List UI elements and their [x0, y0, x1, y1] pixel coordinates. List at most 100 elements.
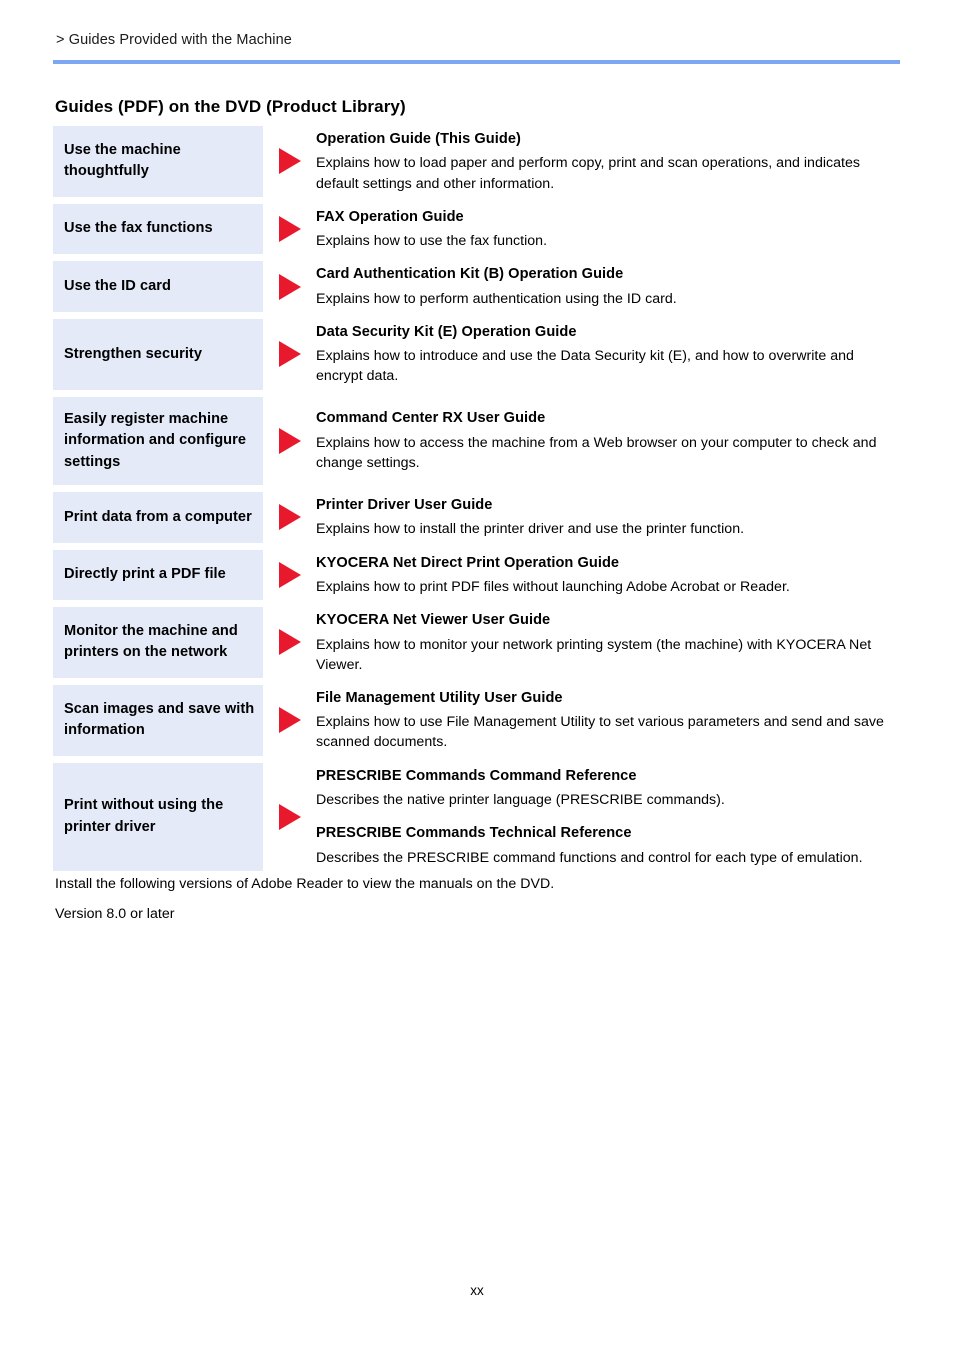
table-row: Strengthen security Data Security Kit (E)…: [53, 318, 903, 390]
topic-cell: Print without using the printer driver: [53, 762, 263, 871]
guide-entry: PRESCRIBE Commands Command Reference Desc…: [316, 766, 903, 811]
guide-description: Explains how to access the machine from …: [316, 434, 877, 471]
page-number: xx: [470, 1283, 484, 1298]
arrow-cell: [263, 261, 316, 312]
triangle-right-icon: [278, 341, 301, 368]
topic-cell: Strengthen security: [53, 318, 263, 390]
guide-entry: KYOCERA Net Direct Print Operation Guide…: [316, 553, 903, 598]
triangle-right-icon: [278, 504, 301, 531]
guide-description: Describes the PRESCRIBE command function…: [316, 849, 863, 866]
guide-cell: Operation Guide (This Guide) Explains how…: [316, 126, 903, 197]
table-row: Easily register machine information and …: [53, 396, 903, 485]
arrow-cell: [263, 763, 316, 871]
version-note: Version 8.0 or later: [55, 906, 175, 922]
topic-cell: Use the fax functions: [53, 203, 263, 255]
topic-label: Directly print a PDF file: [64, 566, 226, 583]
triangle-right-icon: [278, 273, 301, 300]
header-divider: [53, 60, 900, 64]
guide-title: Card Authentication Kit (B) Operation Gu…: [316, 266, 624, 283]
guide-title: Data Security Kit (E) Operation Guide: [316, 323, 577, 340]
guide-description: Explains how to use File Management Util…: [316, 714, 884, 751]
topic-cell: Directly print a PDF file: [53, 549, 263, 601]
topic-label: Easily register machine information and …: [64, 410, 247, 470]
triangle-right-icon: [278, 216, 301, 243]
guide-cell: Command Center RX User Guide Explains how…: [316, 397, 903, 485]
guide-description: Explains how to introduce and use the Da…: [316, 348, 854, 385]
topic-label: Use the ID card: [64, 277, 171, 294]
guide-title: Printer Driver User Guide: [316, 496, 493, 513]
arrow-cell: [263, 397, 316, 485]
guide-description: Explains how to use the fax function.: [316, 233, 548, 250]
arrow-cell: [263, 204, 316, 255]
arrow-cell: [263, 492, 316, 543]
topic-label: Print without using the printer driver: [64, 797, 224, 835]
guide-title: Command Center RX User Guide: [316, 410, 546, 427]
topic-cell: Scan images and save with information: [53, 684, 263, 756]
table-row: Directly print a PDF file KYOCERA Net Dir…: [53, 549, 903, 601]
guide-description: Describes the native printer language (P…: [316, 791, 725, 808]
guide-cell: Card Authentication Kit (B) Operation Gu…: [316, 261, 903, 312]
table-row: Use the fax functions FAX Operation Guide…: [53, 203, 903, 255]
guides-table: Use the machine thoughtfully Operation Gu…: [53, 126, 903, 878]
guide-entry: Command Center RX User Guide Explains how…: [316, 408, 903, 473]
table-row: Monitor the machine and printers on the …: [53, 607, 903, 678]
arrow-cell: [263, 685, 316, 756]
page-title: Guides (PDF) on the DVD (Product Library…: [55, 97, 406, 117]
topic-label: Strengthen security: [64, 345, 203, 362]
table-row: Use the ID card Card Authentication Kit (…: [53, 261, 903, 312]
triangle-right-icon: [278, 148, 301, 175]
guide-description: Explains how to load paper and perform c…: [316, 155, 861, 192]
guide-description: Explains how to monitor your network pri…: [316, 636, 872, 673]
guide-cell: PRESCRIBE Commands Command Reference Desc…: [316, 763, 903, 871]
topic-label: Use the machine thoughtfully: [64, 141, 181, 180]
guide-cell: FAX Operation Guide Explains how to use t…: [316, 204, 903, 255]
guide-title: KYOCERA Net Direct Print Operation Guide: [316, 554, 620, 571]
guide-cell: File Management Utility User Guide Explai…: [316, 685, 903, 756]
topic-label: Use the fax functions: [64, 220, 213, 237]
guide-title: File Management Utility User Guide: [316, 689, 563, 706]
guide-entry: FAX Operation Guide Explains how to use t…: [316, 207, 903, 252]
guide-description: Explains how to perform authentication u…: [316, 290, 677, 307]
guide-entry: Operation Guide (This Guide) Explains how…: [316, 129, 903, 194]
arrow-cell: [263, 550, 316, 601]
guide-cell: Printer Driver User Guide Explains how to…: [316, 492, 903, 543]
topic-label: Print data from a computer: [64, 508, 252, 525]
triangle-right-icon: [278, 427, 301, 454]
guide-title: Operation Guide (This Guide): [316, 131, 521, 147]
topic-cell: Use the ID card: [53, 261, 263, 312]
guide-title: PRESCRIBE Commands Command Reference: [316, 767, 637, 784]
guide-description: Explains how to print PDF files without …: [316, 578, 790, 595]
triangle-right-icon: [278, 803, 301, 830]
triangle-right-icon: [278, 629, 301, 656]
table-row: Print data from a computer Printer Driver…: [53, 491, 903, 543]
install-note: Install the following versions of Adobe …: [55, 876, 555, 892]
triangle-right-icon: [278, 707, 301, 734]
guide-title: PRESCRIBE Commands Technical Reference: [316, 825, 632, 842]
guide-description: Explains how to install the printer driv…: [316, 521, 745, 538]
table-row: Scan images and save with information Fil…: [53, 684, 903, 756]
topic-cell: Use the machine thoughtfully: [53, 126, 263, 197]
breadcrumb: > Guides Provided with the Machine: [56, 32, 292, 48]
guide-cell: Data Security Kit (E) Operation Guide Exp…: [316, 319, 903, 390]
triangle-right-icon: [278, 561, 301, 588]
guide-entry: Data Security Kit (E) Operation Guide Exp…: [316, 322, 903, 387]
table-row: Use the machine thoughtfully Operation Gu…: [53, 126, 903, 197]
topic-label: Monitor the machine and printers on the …: [64, 623, 238, 661]
topic-cell: Monitor the machine and printers on the …: [53, 607, 263, 678]
topic-cell: Easily register machine information and …: [53, 396, 263, 485]
guide-title: KYOCERA Net Viewer User Guide: [316, 612, 551, 629]
guide-entry: File Management Utility User Guide Explai…: [316, 688, 903, 753]
table-row: Print without using the printer driver PR…: [53, 762, 903, 871]
guide-entry: PRESCRIBE Commands Technical Reference De…: [316, 823, 903, 868]
guide-cell: KYOCERA Net Viewer User Guide Explains ho…: [316, 607, 903, 678]
topic-label: Scan images and save with information: [64, 700, 255, 739]
guide-entry: Card Authentication Kit (B) Operation Gu…: [316, 264, 903, 309]
guide-cell: KYOCERA Net Direct Print Operation Guide…: [316, 550, 903, 601]
guide-entry: KYOCERA Net Viewer User Guide Explains ho…: [316, 610, 903, 675]
guide-title: FAX Operation Guide: [316, 208, 464, 225]
arrow-cell: [263, 319, 316, 390]
arrow-cell: [263, 126, 316, 197]
guide-entry: Printer Driver User Guide Explains how to…: [316, 495, 903, 540]
arrow-cell: [263, 607, 316, 678]
topic-cell: Print data from a computer: [53, 491, 263, 543]
